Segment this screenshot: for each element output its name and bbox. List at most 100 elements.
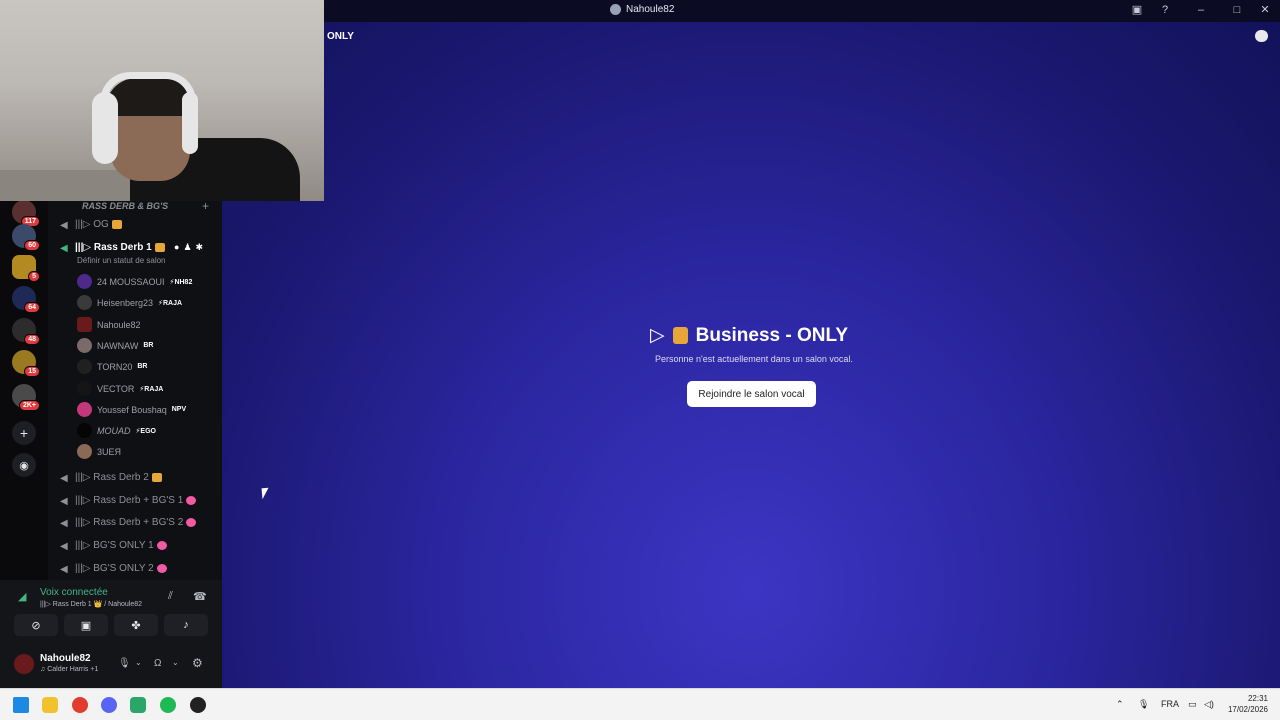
voice-channel[interactable]: ◀ |||▷ Rass Derb 2 <box>60 472 162 484</box>
member-name: MOUAD <box>97 425 131 436</box>
channel-header-title: ONLY <box>327 31 354 42</box>
empty-channel-message: Personne n'est actuellement dans un salo… <box>655 354 853 364</box>
voice-member[interactable]: Youssef Boushaq NPV <box>77 402 186 417</box>
soundboard-button[interactable]: ♪ <box>164 614 208 636</box>
chevron-down-icon[interactable]: ⌄ <box>135 658 142 667</box>
headphones-icon[interactable]: Ω <box>154 658 161 669</box>
window-title: Nahoule82 <box>610 4 674 15</box>
voice-member[interactable]: Heisenberg23 ⚡RAJA <box>77 295 182 310</box>
add-channel-icon[interactable]: + <box>202 199 209 213</box>
close-button[interactable]: ✕ <box>1258 3 1272 16</box>
inbox-icon[interactable]: ▣ <box>1130 3 1144 16</box>
flower-emoji-icon <box>186 518 197 527</box>
channel-title: ▷ Business - ONLY <box>650 324 848 347</box>
minimize-button[interactable]: – <box>1186 4 1216 16</box>
avatar <box>77 423 92 438</box>
settings-icon[interactable]: ✱ <box>196 242 204 253</box>
channel-status-hint[interactable]: Définir un statut de salon <box>77 256 166 265</box>
volume-icon[interactable]: ◁) <box>1204 699 1214 710</box>
channel-label: |||▷ Rass Derb + BG'S 2 <box>75 517 184 528</box>
voice-location[interactable]: |||▷ Rass Derb 1 👑 / Nahoule82 <box>40 600 142 608</box>
microphone-icon[interactable]: 🎙 <box>118 658 131 669</box>
language-indicator[interactable]: FRA <box>1161 699 1179 709</box>
voice-channel[interactable]: ◀ |||▷ BG'S ONLY 2 <box>60 563 167 575</box>
server-badge: 5 <box>28 271 40 282</box>
voice-member[interactable]: MOUAD ⚡EGO <box>77 423 156 438</box>
app-icon[interactable] <box>130 697 146 713</box>
voice-channel[interactable]: ◀ |||▷ Rass Derb + BG'S 1 <box>60 495 197 507</box>
screen-share-button[interactable]: ▣ <box>64 614 108 636</box>
server-badge: 15 <box>24 366 40 377</box>
member-name: Youssef Boushaq <box>97 404 167 415</box>
server-folder-icon[interactable]: 2K+ <box>12 384 40 411</box>
file-explorer-icon[interactable] <box>42 697 58 713</box>
server-badge: 64 <box>24 302 40 313</box>
obs-icon[interactable] <box>190 697 206 713</box>
tray-chevron-up-icon[interactable]: ⌃ <box>1116 699 1124 710</box>
network-icon[interactable]: ▭ <box>1188 699 1197 710</box>
member-tag: ⚡NH82 <box>169 278 193 286</box>
voice-channel-active[interactable]: ◀ |||▷ Rass Derb 1 <box>60 242 165 254</box>
noise-suppression-icon[interactable]: ⫽ <box>168 590 173 603</box>
activities-button[interactable]: ✤ <box>114 614 158 636</box>
headphones-ear-left <box>92 92 118 164</box>
voice-status[interactable]: Voix connectée <box>40 587 108 598</box>
server-icon[interactable]: 48 <box>12 318 40 345</box>
user-name[interactable]: Nahoule82 <box>40 653 91 664</box>
chrome-icon[interactable] <box>72 697 88 713</box>
help-icon[interactable]: ? <box>1158 4 1172 16</box>
user-activity: ♫ Calder Harris +1 <box>40 666 99 673</box>
server-badge: 60 <box>24 240 40 251</box>
clock-date: 17/02/2026 <box>1227 705 1268 714</box>
voice-channel[interactable]: ◀ |||▷ Rass Derb + BG'S 2 <box>60 517 197 529</box>
headphones-ear-right <box>182 92 198 154</box>
voice-member[interactable]: NAWNAW BR <box>77 338 153 353</box>
voice-member[interactable]: 3UEЯ <box>77 444 121 459</box>
signal-icon[interactable]: ◢ <box>18 590 26 603</box>
voice-channel-view: ONLY ▷ Business - ONLY Personne n'est ac… <box>222 22 1280 688</box>
camera-button[interactable]: ⊘ <box>14 614 58 636</box>
category-header[interactable]: RASS DERB & BG'S <box>82 201 168 211</box>
member-tag: NPV <box>171 406 187 413</box>
avatar[interactable] <box>14 654 34 674</box>
member-name: NAWNAW <box>97 340 139 351</box>
voice-member[interactable]: Nahoule82 <box>77 317 141 332</box>
user-settings-icon[interactable]: ⚙ <box>192 656 203 670</box>
server-icon[interactable]: 60 <box>12 224 40 251</box>
flower-emoji-icon <box>156 541 167 550</box>
speaker-icon: ◀ <box>60 495 68 507</box>
member-name: 24 MOUSSAOUI <box>97 276 165 287</box>
server-icon[interactable]: 5 <box>12 255 40 282</box>
discord-icon[interactable] <box>101 697 117 713</box>
voice-member[interactable]: VECTOR ⚡RAJA <box>77 381 163 396</box>
voice-channel-og[interactable]: ◀ |||▷ OG <box>60 219 122 231</box>
explore-icon[interactable]: ◉ <box>12 453 36 477</box>
server-badge: 2K+ <box>18 400 40 411</box>
member-tag: ⚡RAJA <box>139 385 164 393</box>
spotify-icon[interactable] <box>160 697 176 713</box>
window-title-text: Nahoule82 <box>626 4 675 15</box>
windows-start-icon[interactable] <box>13 697 29 713</box>
member-name: TORN20 <box>97 361 133 372</box>
server-icon[interactable]: 15 <box>12 350 40 377</box>
add-server-icon[interactable]: + <box>12 421 36 445</box>
voice-panel: ◢ Voix connectée |||▷ Rass Derb 1 👑 / Na… <box>0 580 222 688</box>
server-icon[interactable]: 64 <box>12 286 40 313</box>
chat-bubble-icon[interactable] <box>1255 30 1268 42</box>
chevron-down-icon[interactable]: ⌄ <box>172 658 179 667</box>
clock[interactable]: 22:31 17/02/2026 <box>1228 693 1268 715</box>
tray-microphone-icon[interactable]: 🎙 <box>1138 699 1149 710</box>
maximize-button[interactable]: □ <box>1230 4 1244 16</box>
channel-label: |||▷ Rass Derb 2 <box>75 472 149 483</box>
voice-member[interactable]: 24 MOUSSAOUI ⚡NH82 <box>77 274 192 289</box>
speaker-icon: ◀ <box>60 540 68 552</box>
server-icon[interactable]: 117 <box>12 200 40 227</box>
disconnect-icon[interactable]: ☎ <box>193 590 207 603</box>
chat-icon[interactable]: ● <box>174 242 179 253</box>
speaker-icon: ◀ <box>60 242 68 254</box>
join-voice-button[interactable]: Rejoindre le salon vocal <box>687 381 816 407</box>
invite-icon[interactable]: ♟ <box>183 242 191 253</box>
voice-member[interactable]: TORN20 BR <box>77 359 147 374</box>
webcam-overlay <box>0 0 324 201</box>
voice-channel[interactable]: ◀ |||▷ BG'S ONLY 1 <box>60 540 167 552</box>
